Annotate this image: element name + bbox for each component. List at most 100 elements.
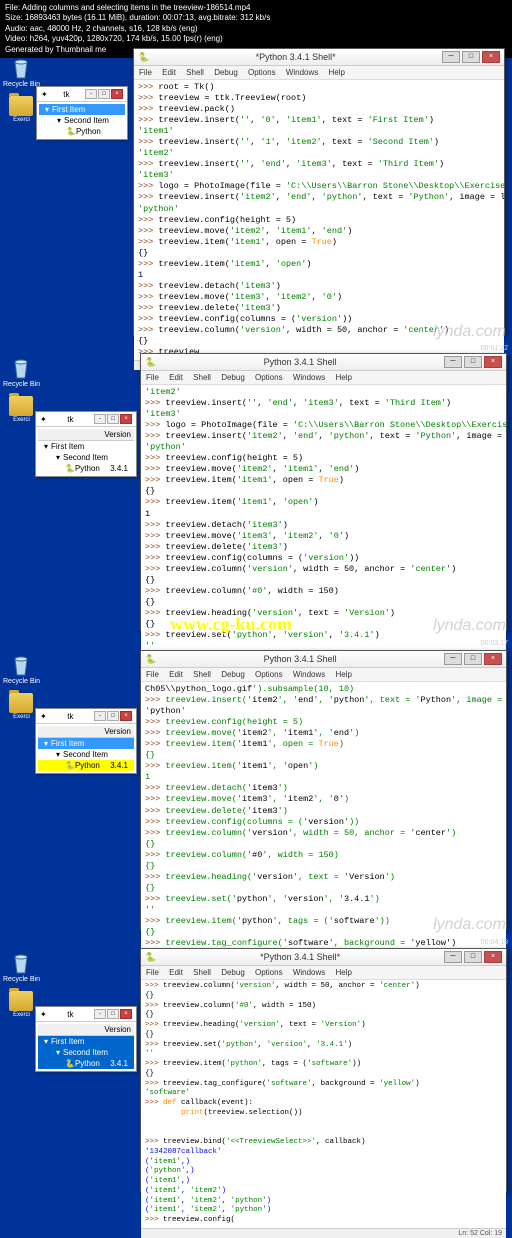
close-button[interactable]: ×	[484, 951, 502, 963]
min-btn[interactable]: -	[94, 414, 106, 424]
tree-item-first[interactable]: ▾First Item	[38, 441, 134, 452]
menu-shell[interactable]: Shell	[186, 68, 204, 77]
tree-item-second[interactable]: ▾Second Item	[39, 115, 125, 126]
recycle-bin-icon[interactable]: Recycle Bin	[3, 356, 40, 388]
min-button[interactable]: ─	[444, 951, 462, 963]
menu-help[interactable]: Help	[336, 670, 352, 679]
max-button[interactable]: □	[464, 356, 482, 368]
max-button[interactable]: □	[464, 951, 482, 963]
shell-content[interactable]: >>> root = Tk() >>> treeview = ttk.Treev…	[134, 80, 504, 360]
max-btn[interactable]: □	[107, 1009, 119, 1019]
tk-logo: ✦	[41, 90, 48, 99]
max-btn[interactable]: □	[98, 89, 110, 99]
menu-shell[interactable]: Shell	[193, 670, 211, 679]
info-file: File: Adding columns and selecting items…	[5, 3, 507, 13]
shell-titlebar[interactable]: 🐍 *Python 3.4.1 Shell* ─ □ ×	[134, 49, 504, 66]
tk-titlebar[interactable]: ✦ tk - □ ×	[36, 709, 136, 724]
shell-titlebar[interactable]: 🐍 *Python 3.4.1 Shell* ─ □ ×	[141, 949, 506, 966]
max-button[interactable]: □	[464, 653, 482, 665]
close-btn[interactable]: ×	[111, 89, 123, 99]
menu-windows[interactable]: Windows	[286, 68, 318, 77]
menu-edit[interactable]: Edit	[169, 968, 183, 977]
menu-debug[interactable]: Debug	[221, 968, 245, 977]
info-video: Video: h264, yuv420p, 1280x720, 174 kb/s…	[5, 34, 507, 44]
menu-file[interactable]: File	[146, 670, 159, 679]
tree-header[interactable]: Version	[38, 429, 134, 441]
tree-item-second[interactable]: ▾Second Item	[38, 452, 134, 463]
close-btn[interactable]: ×	[120, 1009, 132, 1019]
close-btn[interactable]: ×	[120, 711, 132, 721]
tree-item-first[interactable]: ▾First Item	[38, 738, 134, 749]
menu-help[interactable]: Help	[336, 968, 352, 977]
menu-file[interactable]: File	[146, 373, 159, 382]
shell-menu: File Edit Shell Debug Options Windows He…	[141, 371, 506, 385]
menu-windows[interactable]: Windows	[293, 968, 325, 977]
cg-ku-watermark: www.cg-ku.com	[170, 614, 292, 635]
menu-edit[interactable]: Edit	[162, 68, 176, 77]
menu-debug[interactable]: Debug	[214, 68, 238, 77]
close-button[interactable]: ×	[482, 51, 500, 63]
menu-help[interactable]: Help	[336, 373, 352, 382]
python-shell-3: 🐍 Python 3.4.1 Shell ─ □ × File Edit She…	[140, 650, 507, 930]
folder-icon[interactable]: Exerci	[3, 96, 40, 123]
shell-content[interactable]: >>> treeview.column('version', width = 5…	[141, 980, 506, 1228]
tree-item-first[interactable]: ▾First Item	[38, 1036, 134, 1047]
tree-item-second[interactable]: ▾Second Item	[38, 749, 134, 760]
close-btn[interactable]: ×	[120, 414, 132, 424]
max-btn[interactable]: □	[107, 711, 119, 721]
min-button[interactable]: ─	[444, 653, 462, 665]
menu-shell[interactable]: Shell	[193, 968, 211, 977]
min-button[interactable]: ─	[442, 51, 460, 63]
tree-header[interactable]: Version	[38, 726, 134, 738]
close-button[interactable]: ×	[484, 356, 502, 368]
menu-shell[interactable]: Shell	[193, 373, 211, 382]
menu-windows[interactable]: Windows	[293, 670, 325, 679]
min-btn[interactable]: -	[85, 89, 97, 99]
shell-status: Ln: 52 Col: 19	[141, 1228, 506, 1238]
tree-header[interactable]: Version	[38, 1024, 134, 1036]
shell-titlebar[interactable]: 🐍 Python 3.4.1 Shell ─ □ ×	[141, 354, 506, 371]
min-btn[interactable]: -	[94, 1009, 106, 1019]
python-shell-4: 🐍 *Python 3.4.1 Shell* ─ □ × File Edit S…	[140, 948, 507, 1192]
tree-item-python[interactable]: 🐍 Python3.4.1	[38, 1058, 134, 1069]
max-btn[interactable]: □	[107, 414, 119, 424]
menu-options[interactable]: Options	[255, 670, 283, 679]
tk-titlebar[interactable]: ✦ tk - □ ×	[36, 1007, 136, 1022]
min-button[interactable]: ─	[444, 356, 462, 368]
python-icon: 🐍	[145, 654, 156, 665]
menu-file[interactable]: File	[139, 68, 152, 77]
watermark: lynda.com	[433, 916, 506, 934]
shell-titlebar[interactable]: 🐍 Python 3.4.1 Shell ─ □ ×	[141, 651, 506, 668]
menu-help[interactable]: Help	[329, 68, 345, 77]
python-icon: 🐍	[145, 357, 156, 368]
tree-item-python[interactable]: 🐍 Python	[39, 126, 125, 137]
tk-titlebar[interactable]: ✦ tk - □ ×	[36, 412, 136, 427]
close-button[interactable]: ×	[484, 653, 502, 665]
recycle-bin-icon[interactable]: Recycle Bin	[3, 951, 40, 983]
min-btn[interactable]: -	[94, 711, 106, 721]
tk-window-3: ✦ tk - □ × Version ▾First Item ▾Second I…	[35, 708, 137, 774]
info-size: Size: 16893463 bytes (16.11 MiB), durati…	[5, 13, 507, 23]
tree-item-first[interactable]: ▾First Item	[39, 104, 125, 115]
menu-edit[interactable]: Edit	[169, 670, 183, 679]
python-icon: 🐍	[138, 52, 149, 63]
tree-item-second[interactable]: ▾Second Item	[38, 1047, 134, 1058]
tk-logo: ✦	[40, 415, 47, 424]
tree-item-python[interactable]: 🐍 Python3.4.1	[38, 760, 134, 771]
recycle-bin-icon[interactable]: Recycle Bin	[3, 56, 40, 88]
menu-options[interactable]: Options	[255, 968, 283, 977]
menu-options[interactable]: Options	[255, 373, 283, 382]
menu-debug[interactable]: Debug	[221, 373, 245, 382]
shell-menu: File Edit Shell Debug Options Windows He…	[141, 668, 506, 682]
menu-file[interactable]: File	[146, 968, 159, 977]
menu-debug[interactable]: Debug	[221, 670, 245, 679]
recycle-bin-icon[interactable]: Recycle Bin	[3, 653, 40, 685]
menu-windows[interactable]: Windows	[293, 373, 325, 382]
menu-edit[interactable]: Edit	[169, 373, 183, 382]
shell-menu: File Edit Shell Debug Options Windows He…	[134, 66, 504, 80]
watermark: lynda.com	[433, 323, 506, 341]
tk-titlebar[interactable]: ✦ tk - □ ×	[37, 87, 127, 102]
menu-options[interactable]: Options	[248, 68, 276, 77]
tree-item-python[interactable]: 🐍 Python3.4.1	[38, 463, 134, 474]
max-button[interactable]: □	[462, 51, 480, 63]
